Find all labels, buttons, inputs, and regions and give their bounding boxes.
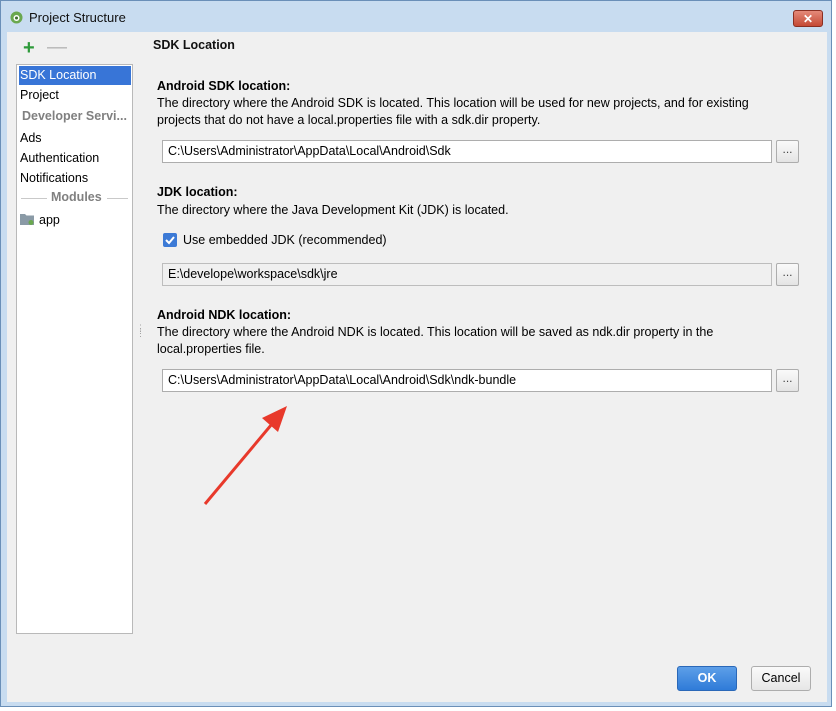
android-icon — [10, 11, 23, 24]
cancel-button[interactable]: Cancel — [751, 666, 811, 691]
close-button[interactable]: ✕ — [793, 10, 823, 27]
close-icon: ✕ — [802, 12, 814, 26]
annotation-arrow-icon — [203, 406, 287, 505]
title-bar: Project Structure ✕ — [1, 1, 831, 33]
project-structure-window: Project Structure ✕ + — SDK Location Pro… — [0, 0, 832, 707]
window-title: Project Structure — [29, 10, 126, 25]
ok-button[interactable]: OK — [677, 666, 737, 691]
dialog-content: + — SDK Location Project Developer Servi… — [7, 32, 827, 702]
